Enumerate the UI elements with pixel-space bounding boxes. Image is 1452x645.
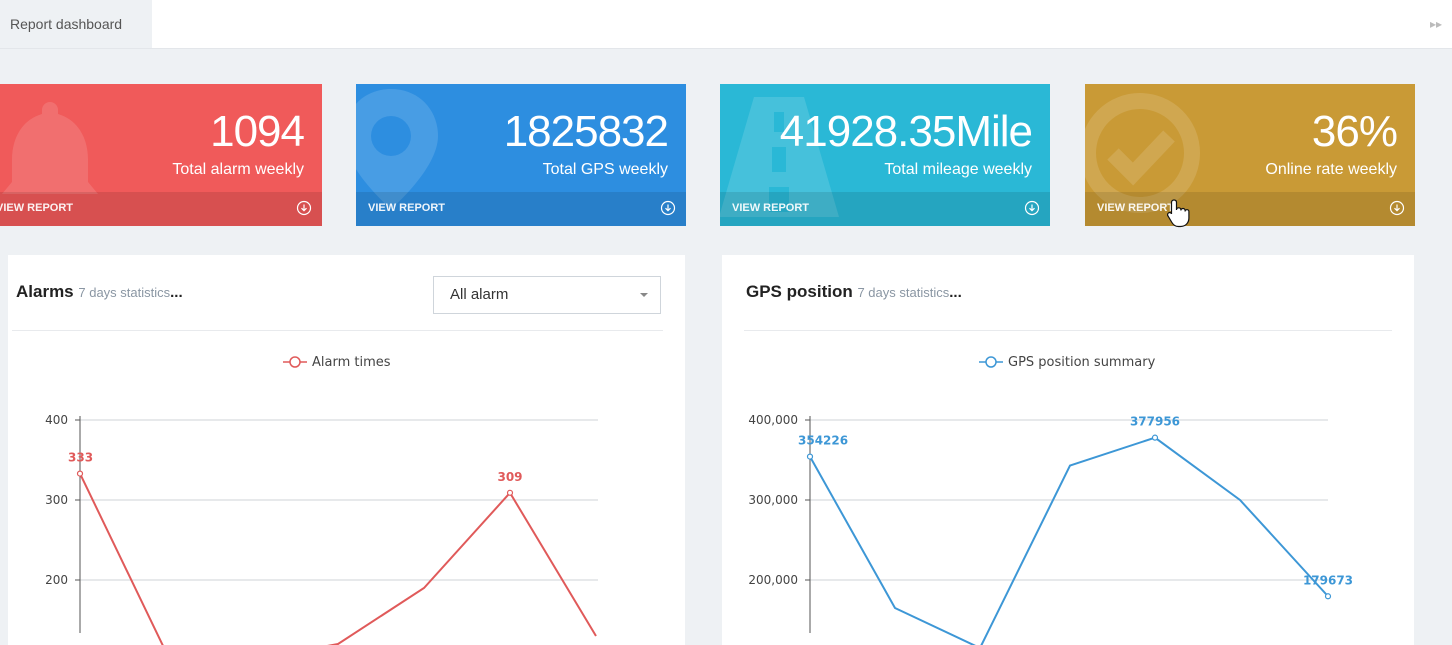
data-label: 354226 — [798, 434, 848, 448]
data-point — [806, 453, 814, 460]
y-tick-label: 300,000 — [748, 493, 798, 507]
gps-line-chart: 400,000 300,000 200,000 GPS position summar… — [748, 355, 1353, 645]
data-label: 179673 — [1303, 573, 1353, 587]
y-tick-label: 400,000 — [748, 413, 798, 427]
legend-label: GPS position summary — [1008, 355, 1156, 370]
series-line — [809, 436, 1329, 645]
data-label: 377956 — [1130, 415, 1180, 429]
y-tick-label: 200,000 — [748, 573, 798, 587]
hand-cursor-icon — [1166, 199, 1190, 228]
legend-marker — [985, 356, 997, 368]
data-point — [1151, 434, 1159, 441]
data-point — [1324, 593, 1332, 600]
